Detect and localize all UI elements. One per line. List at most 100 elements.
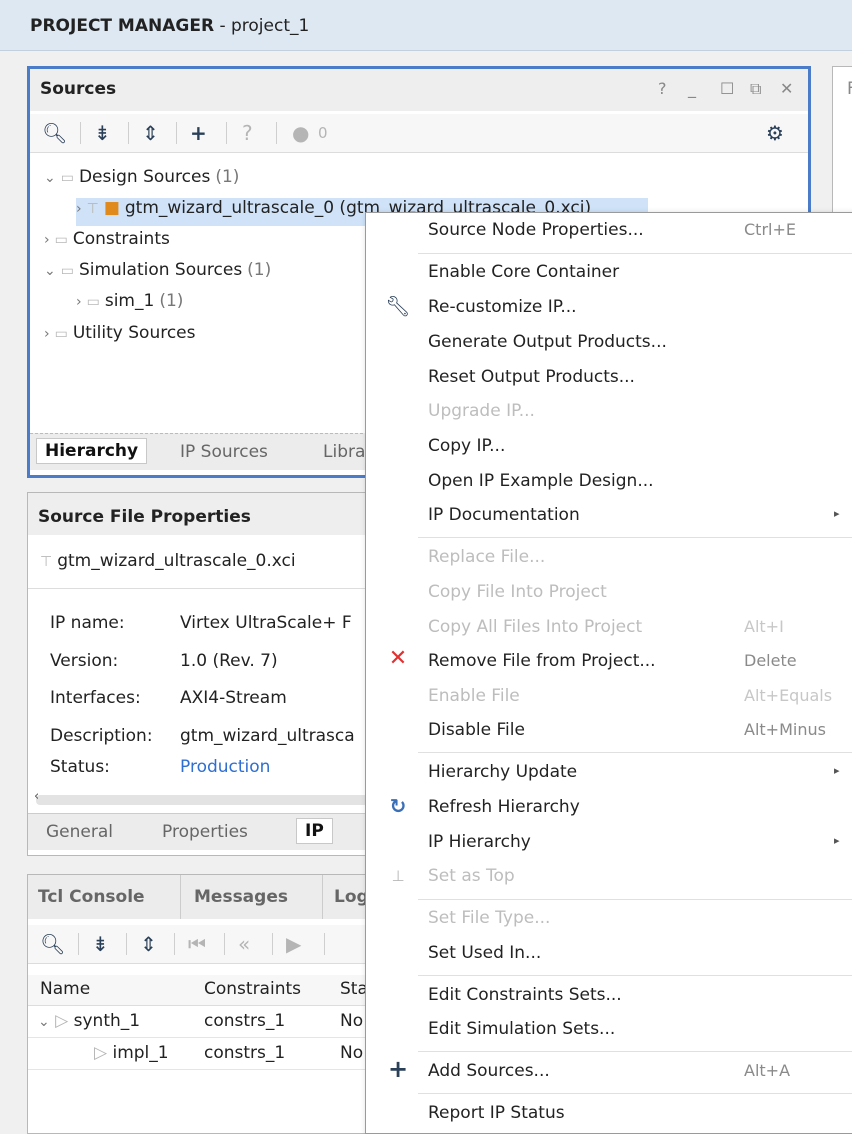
add-sources-icon[interactable]: + (190, 121, 207, 145)
chevron-right-icon[interactable]: › (44, 326, 50, 342)
menu-disable-file[interactable]: Disable File Alt+Minus (366, 715, 852, 749)
menu-label: Set File Type... (428, 908, 551, 928)
tree-sim-1[interactable]: › ▭ sim_1 (1) (76, 291, 188, 319)
prop-key: Interfaces: (50, 688, 141, 708)
tab-messages[interactable]: Messages (194, 887, 288, 907)
rewind-icon[interactable]: « (238, 932, 250, 956)
menu-label: Set Used In... (428, 943, 542, 963)
chevron-right-icon[interactable]: › (76, 201, 82, 217)
horizontal-scrollbar[interactable]: ‹ (34, 789, 368, 805)
tree-utility-sources[interactable]: › ▭ Utility Sources (44, 323, 201, 351)
prop-ip-name: IP name: Virtex UltraScale+ F (50, 613, 352, 633)
expand-all-icon[interactable]: ⇕ (140, 932, 157, 956)
menu-label: Re-customize IP... (428, 297, 577, 317)
menu-shortcut: Ctrl+E (744, 220, 796, 239)
menu-reset-output-products[interactable]: Reset Output Products... (366, 362, 852, 396)
prop-version: Version: 1.0 (Rev. 7) (50, 651, 278, 671)
chevron-right-icon[interactable]: › (76, 294, 82, 310)
menu-label: Remove File from Project... (428, 651, 656, 671)
menu-label: Replace File... (428, 547, 546, 567)
tab-libraries[interactable]: Libra (323, 442, 365, 462)
expand-all-icon[interactable]: ⇕ (142, 121, 159, 145)
gear-icon[interactable]: ⚙ (766, 121, 784, 145)
project-manager-title: PROJECT MANAGER - project_1 (30, 16, 309, 36)
collapse-all-icon[interactable]: ⇟ (94, 121, 111, 145)
properties-icon[interactable]: ? (242, 121, 253, 145)
menu-label: Copy All Files Into Project (428, 617, 643, 637)
menu-copy-file-into-project[interactable]: Copy File Into Project (366, 577, 852, 611)
menu-copy-all-files-into-project[interactable]: Copy All Files Into Project Alt+I (366, 612, 852, 646)
menu-add-sources[interactable]: + Add Sources... Alt+A (366, 1055, 852, 1090)
collapse-all-icon[interactable]: ⇟ (92, 932, 109, 956)
sources-title-bar: Sources ? _ ☐ ⧉ ✕ (30, 69, 808, 111)
first-icon[interactable]: ⏮ (188, 932, 206, 956)
float-button[interactable]: ⧉ (750, 79, 761, 99)
tree-simulation-sources[interactable]: ⌄ ▭ Simulation Sources (1) (44, 260, 276, 288)
chevron-down-icon[interactable]: ⌄ (44, 263, 56, 279)
folder-icon: ▭ (60, 170, 74, 186)
constraints-label: Constraints (72, 229, 170, 249)
tab-log[interactable]: Log (334, 887, 369, 907)
menu-set-file-type[interactable]: Set File Type... (366, 903, 852, 937)
column-constraints[interactable]: Constraints (204, 979, 301, 999)
table-row[interactable]: ▷ impl_1 constrs_1 No (28, 1037, 368, 1070)
header-title-project: - project_1 (214, 16, 310, 36)
menu-hierarchy-update[interactable]: Hierarchy Update ▸ (366, 757, 852, 791)
menu-ip-hierarchy[interactable]: IP Hierarchy ▸ (366, 827, 852, 861)
menu-refresh-hierarchy[interactable]: ↻ Refresh Hierarchy (366, 792, 852, 826)
maximize-button[interactable]: ☐ (720, 79, 734, 98)
search-icon[interactable]: 🔍︎ (40, 932, 65, 956)
menu-remove-file-from-project[interactable]: ✕ Remove File from Project... Delete (366, 646, 852, 680)
menu-upgrade-ip[interactable]: Upgrade IP... (366, 396, 852, 430)
close-button[interactable]: ✕ (780, 79, 793, 98)
tab-general[interactable]: General (46, 822, 113, 842)
menu-label: Reset Output Products... (428, 367, 635, 387)
menu-ip-documentation[interactable]: IP Documentation ▸ (366, 500, 852, 534)
chevron-down-icon[interactable]: ⌄ (38, 1014, 50, 1030)
menu-replace-file[interactable]: Replace File... (366, 542, 852, 576)
folder-icon: ▭ (54, 326, 68, 342)
ip-status-icon: ■ (103, 198, 120, 218)
chevron-right-icon[interactable]: › (44, 232, 50, 248)
menu-enable-file[interactable]: Enable File Alt+Equals (366, 681, 852, 715)
design-sources-count: (1) (215, 167, 240, 187)
menu-enable-core-container[interactable]: Enable Core Container (366, 257, 852, 291)
table-row[interactable]: ⌄ ▷ synth_1 constrs_1 No (28, 1005, 368, 1038)
menu-label: Disable File (428, 720, 525, 740)
run-name: synth_1 (73, 1011, 141, 1031)
menu-edit-constraints-sets[interactable]: Edit Constraints Sets... (366, 980, 852, 1014)
menu-edit-simulation-sets[interactable]: Edit Simulation Sets... (366, 1014, 852, 1048)
simulation-sources-label: Simulation Sources (78, 260, 243, 280)
menu-shortcut: Delete (744, 651, 797, 670)
status-link[interactable]: Production (180, 757, 270, 777)
menu-set-as-top[interactable]: ⊥ Set as Top (366, 861, 852, 895)
menu-open-ip-example-design[interactable]: Open IP Example Design... (366, 466, 852, 500)
play-icon[interactable]: ▶ (286, 932, 301, 956)
column-name[interactable]: Name (40, 979, 90, 999)
search-icon[interactable]: 🔍︎ (42, 121, 67, 145)
column-status[interactable]: Sta (340, 979, 368, 999)
tree-design-sources[interactable]: ⌄ ▭ Design Sources (1) (44, 167, 244, 195)
run-status: No (340, 1011, 364, 1031)
menu-set-used-in[interactable]: Set Used In... (366, 938, 852, 972)
chevron-down-icon[interactable]: ⌄ (44, 170, 56, 186)
tab-hierarchy[interactable]: Hierarchy (36, 438, 148, 464)
menu-copy-ip[interactable]: Copy IP... (366, 431, 852, 465)
help-button[interactable]: ? (658, 79, 667, 98)
menu-recustomize-ip[interactable]: 🔧︎ Re-customize IP... (366, 292, 852, 326)
sim-1-count: (1) (159, 291, 184, 311)
menu-shortcut: Alt+A (744, 1061, 791, 1080)
run-constraints: constrs_1 (204, 1043, 286, 1063)
tab-properties[interactable]: Properties (162, 822, 248, 842)
sim-1-label: sim_1 (104, 291, 155, 311)
tree-constraints[interactable]: › ▭ Constraints (44, 229, 175, 257)
tab-ip-sources[interactable]: IP Sources (180, 442, 268, 462)
menu-report-ip-status[interactable]: Report IP Status (366, 1098, 852, 1132)
menu-label: Enable File (428, 686, 520, 706)
menu-label: Refresh Hierarchy (428, 797, 580, 817)
tab-ip[interactable]: IP (296, 818, 333, 844)
minimize-button[interactable]: _ (688, 79, 696, 98)
tab-tcl-console[interactable]: Tcl Console (38, 887, 145, 907)
menu-generate-output-products[interactable]: Generate Output Products... (366, 327, 852, 361)
menu-source-node-properties[interactable]: Source Node Properties... Ctrl+E (366, 215, 852, 249)
